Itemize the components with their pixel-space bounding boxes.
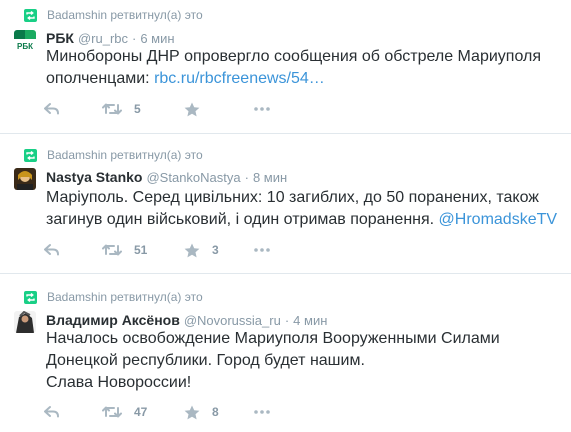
favorite-button[interactable]: [184, 102, 254, 117]
retweet-count: 51: [134, 243, 148, 257]
retweet-icon: [102, 406, 122, 418]
timestamp[interactable]: 8 мин: [253, 170, 287, 185]
retweet-context-icon: [24, 8, 37, 22]
more-dots-icon: [254, 107, 270, 111]
separator: ·: [244, 170, 249, 185]
tweet-3[interactable]: Badamshin ретвитнул(а) это Владимир Аксё…: [0, 274, 571, 432]
retweet-button[interactable]: 51: [102, 243, 184, 257]
tweet-header: Nastya Stanko @StankoNastya · 8 мин: [46, 169, 287, 185]
favorite-count: 3: [212, 243, 219, 257]
reply-button[interactable]: [44, 102, 102, 116]
fullname[interactable]: РБК: [46, 30, 74, 46]
tweet-header: РБК @ru_rbc · 6 мин: [46, 30, 175, 46]
reply-icon: [44, 244, 59, 256]
tweet-text-line: ополченцами: rbc.ru/rbcfreenews/54…: [46, 68, 566, 90]
reply-icon: [44, 103, 59, 115]
tweet-text-line: загинув один військовий, і один отримав …: [46, 209, 566, 231]
star-icon: [184, 243, 200, 257]
more-dots-icon: [254, 248, 270, 252]
tweet-1[interactable]: Badamshin ретвитнул(а) это РБК РБК @ru_r…: [0, 0, 571, 134]
username[interactable]: @StankoNastya: [146, 170, 240, 185]
rbc-logo: РБК: [14, 30, 36, 52]
retweet-context: Badamshin ретвитнул(а) это: [24, 8, 203, 22]
favorite-count: 8: [212, 405, 219, 419]
tweet-text-line: Слава Новороссии!: [46, 374, 192, 391]
retweet-context-icon: [24, 290, 37, 304]
retweeter-link[interactable]: Badamshin ретвитнул(а) это: [47, 8, 203, 22]
more-button[interactable]: [254, 410, 284, 414]
star-icon: [184, 405, 200, 419]
tweet-text-segment: ополченцами:: [46, 70, 155, 87]
tweet-text-line: Донецкой республики. Город будет нашим.: [46, 352, 365, 369]
retweet-count: 47: [134, 405, 148, 419]
tweet-actions: 5: [44, 101, 284, 117]
retweeter-link[interactable]: Badamshin ретвитнул(а) это: [47, 148, 203, 162]
reply-button[interactable]: [44, 243, 102, 257]
more-button[interactable]: [254, 107, 284, 111]
favorite-button[interactable]: 8: [184, 405, 254, 420]
svg-text:РБК: РБК: [17, 42, 33, 51]
tweet-text-line: Маріуполь. Серед цивільних: 10 загиблих,…: [46, 189, 539, 206]
tweet-text: Маріуполь. Серед цивільних: 10 загиблих,…: [46, 187, 566, 231]
tweet-text: Началось освобождение Мариуполя Вооружен…: [46, 328, 566, 394]
separator: ·: [284, 313, 290, 328]
tweet-actions: 51 3: [44, 242, 284, 258]
tweet-text-line: Минобороны ДНР опровергло сообщения об о…: [46, 48, 541, 65]
retweet-button[interactable]: 47: [102, 405, 184, 419]
retweet-context: Badamshin ретвитнул(а) это: [24, 290, 203, 304]
retweet-button[interactable]: 5: [102, 102, 184, 116]
separator: ·: [132, 31, 137, 46]
tweet-text-segment: загинув один військовий, і один отримав …: [46, 211, 439, 228]
retweet-icon: [102, 103, 122, 115]
more-dots-icon: [254, 410, 270, 414]
username[interactable]: @Novorussia_ru: [184, 313, 281, 328]
tweet-2[interactable]: Badamshin ретвитнул(а) это Nastya Stanko…: [0, 134, 571, 274]
avatar[interactable]: РБК: [14, 30, 36, 52]
retweet-context-icon: [24, 148, 37, 162]
avatar[interactable]: [14, 168, 36, 190]
tweet-text-line: Началось освобождение Мариуполя Вооружен…: [46, 330, 500, 347]
tweet-header: Владимир Аксёнов @Novorussia_ru · 4 мин: [46, 312, 327, 328]
star-icon: [184, 102, 200, 116]
fullname[interactable]: Nastya Stanko: [46, 169, 142, 185]
retweeter-link[interactable]: Badamshin ретвитнул(а) это: [47, 290, 203, 304]
avatar[interactable]: [14, 311, 36, 333]
timestamp[interactable]: 6 мин: [140, 31, 174, 46]
mention-link[interactable]: @HromadskeTV: [439, 211, 558, 228]
retweet-count: 5: [134, 102, 141, 116]
more-button[interactable]: [254, 248, 284, 252]
reply-icon: [44, 406, 59, 418]
timestamp[interactable]: 4 мин: [293, 313, 327, 328]
tweet-link[interactable]: rbc.ru/rbcfreenews/54…: [154, 70, 325, 87]
fullname[interactable]: Владимир Аксёнов: [46, 312, 180, 328]
favorite-button[interactable]: 3: [184, 243, 254, 258]
tweet-text: Минобороны ДНР опровергло сообщения об о…: [46, 46, 566, 90]
username[interactable]: @ru_rbc: [78, 31, 128, 46]
avatar-image: [14, 311, 36, 333]
retweet-icon: [102, 244, 122, 256]
retweet-context: Badamshin ретвитнул(а) это: [24, 148, 203, 162]
tweet-actions: 47 8: [44, 404, 284, 420]
reply-button[interactable]: [44, 405, 102, 419]
avatar-image: [14, 168, 36, 190]
